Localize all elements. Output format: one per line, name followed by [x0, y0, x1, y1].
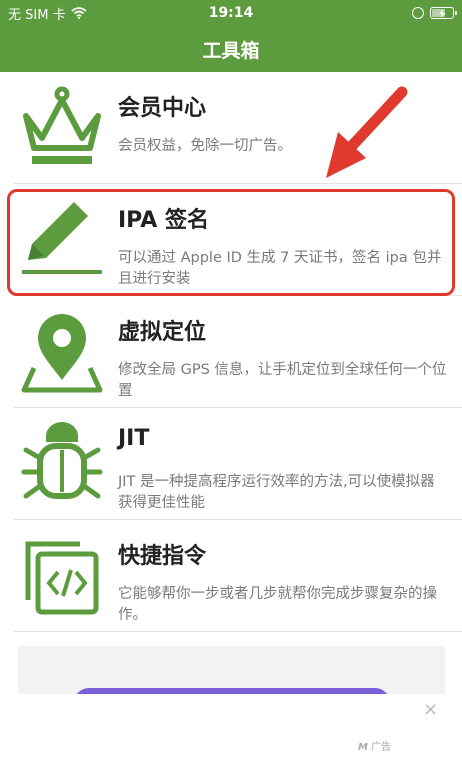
wifi-icon	[70, 7, 87, 19]
ad-badge-label: 广告	[371, 742, 392, 753]
item-title: 快捷指令	[118, 544, 207, 569]
nav-bar: 工具箱	[0, 26, 462, 72]
page-title: 工具箱	[202, 39, 260, 62]
ad-logo-icon: M	[358, 742, 368, 753]
status-bar: 无 SIM 卡 19:14	[0, 0, 462, 26]
item-title: 会员中心	[118, 96, 207, 121]
carrier-label: 无 SIM 卡	[8, 7, 66, 23]
status-right	[412, 7, 457, 19]
crown-icon	[23, 86, 101, 164]
divider	[14, 631, 462, 632]
list-item-virtual-location[interactable]: 虚拟定位 修改全局 GPS 信息，让手机定位到全球任何一个位置	[0, 296, 462, 408]
ad-button[interactable]	[74, 688, 390, 694]
map-pin-icon	[21, 314, 103, 393]
status-left: 无 SIM 卡	[8, 4, 87, 23]
battery-icon	[430, 7, 457, 19]
list-item-shortcuts[interactable]: 快捷指令 它能够帮你一步或者几步就帮你完成步骤复杂的操作。	[0, 520, 462, 632]
list-item-membership[interactable]: 会员中心 会员权益，免除一切广告。	[0, 72, 462, 184]
item-description: 修改全局 GPS 信息，让手机定位到全球任何一个位置	[118, 362, 447, 399]
highlight-box	[7, 189, 455, 296]
ad-badge: M 广告	[358, 738, 391, 753]
bug-icon	[21, 422, 103, 499]
item-description: JIT 是一种提高程序运行效率的方法,可以使模拟器获得更佳性能	[118, 474, 435, 511]
ad-close-icon[interactable]: ×	[423, 699, 438, 720]
item-description: 会员权益，免除一切广告。	[118, 138, 292, 154]
item-title: JIT	[118, 426, 150, 451]
ad-banner[interactable]	[18, 646, 445, 694]
item-title: 虚拟定位	[118, 320, 207, 345]
item-description: 它能够帮你一步或者几步就帮你完成步骤复杂的操作。	[118, 586, 437, 623]
rotation-lock-icon	[412, 7, 424, 19]
list-item-jit[interactable]: JIT JIT 是一种提高程序运行效率的方法,可以使模拟器获得更佳性能	[0, 408, 462, 520]
shortcuts-code-icon	[25, 541, 99, 615]
